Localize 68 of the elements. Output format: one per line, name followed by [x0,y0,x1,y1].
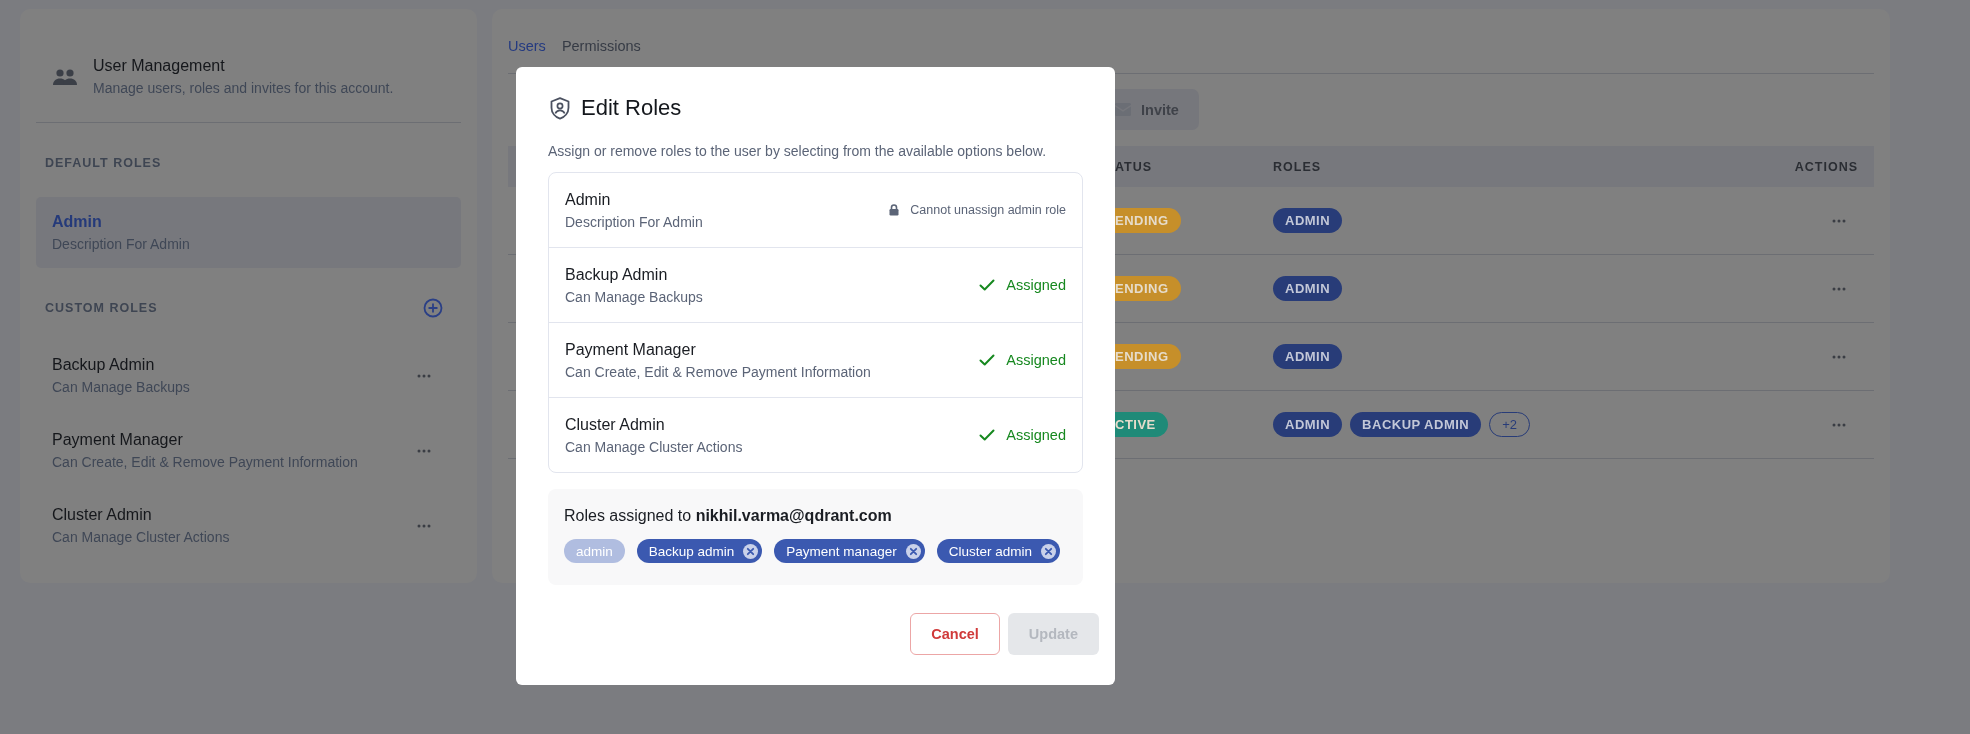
more-icon[interactable] [1832,218,1846,223]
tab[interactable]: Permissions [561,37,641,55]
role-description: Can Create, Edit & Remove Payment Information [565,363,871,380]
status-badge: ENDING [1115,276,1181,301]
role-description: Description For Admin [565,213,703,230]
column-header: ACTIONS [1794,159,1858,174]
role-badge: ADMIN [1273,208,1343,233]
remove-icon[interactable] [743,543,759,559]
role-name: Backup Admin [52,356,156,374]
more-icon[interactable] [417,523,431,528]
status-text: Assigned [1006,277,1066,293]
dialog-title: Edit Roles [581,95,682,121]
role-item[interactable]: Backup Admin Can Manage Backups [36,342,461,409]
cancel-button[interactable]: Cancel [910,613,1000,655]
role-name: Payment Manager [565,340,697,359]
column-header: ROLES [1273,159,1322,174]
status-badge: ENDING [1115,208,1181,233]
status-badge: CTIVE [1115,412,1168,437]
role-description: Can Manage Cluster Actions [565,438,743,455]
remove-icon[interactable] [1040,543,1056,559]
add-icon[interactable] [423,298,443,318]
role-chip[interactable]: Payment manager [774,539,925,563]
role-description: Can Manage Backups [52,379,190,395]
role-name: Cluster Admin [52,506,153,524]
mail-icon [1115,103,1131,116]
users-icon [53,67,77,86]
role-chip[interactable]: Cluster admin [936,539,1060,563]
role-name: Admin [565,190,612,209]
remove-icon[interactable] [905,543,921,559]
summary-text: Roles assigned to nikhil.varma@qdrant.com [564,507,893,525]
check-icon [979,279,996,291]
more-icon[interactable] [417,448,431,453]
panel-title: User Management [93,57,226,75]
role-description: Description For Admin [52,236,190,252]
role-badge: ADMIN [1273,344,1343,369]
dialog-description: Assign or remove roles to the user by selecting from the available options below. [548,143,1048,159]
more-icon[interactable] [1832,286,1846,291]
role-badge: BACKUP ADMIN [1350,412,1482,437]
column-header: ATUS [1115,159,1153,174]
more-icon[interactable] [1832,422,1846,427]
role-name: Backup Admin [565,265,669,284]
shield-user-icon [550,96,570,120]
role-badge: ADMIN [1273,412,1343,437]
role-item[interactable]: Admin Description For Admin [36,197,461,268]
check-icon [979,429,996,441]
lock-icon [889,204,900,216]
status-text: Cannot unassign admin role [910,203,1066,217]
role-item[interactable]: Cluster Admin Can Manage Cluster Actions [36,492,461,559]
role-name: Admin [52,213,103,231]
role-description: Can Create, Edit & Remove Payment Information [52,454,358,470]
status-text: Assigned [1006,352,1066,368]
section-heading: DEFAULT ROLES [45,156,162,170]
role-badge: ADMIN [1273,276,1343,301]
status-badge: ENDING [1115,344,1181,369]
role-item[interactable]: Payment Manager Can Create, Edit & Remove Payment Information [36,417,461,484]
tab[interactable]: Users [508,37,546,55]
panel-subtitle: Manage users, roles and invites for this account. [93,80,394,96]
section-heading: CUSTOM ROLES [45,301,158,315]
more-icon[interactable] [417,373,431,378]
check-icon [979,354,996,366]
role-description: Can Manage Backups [565,288,703,305]
more-icon[interactable] [1832,354,1846,359]
role-chip: admin [564,539,625,563]
role-description: Can Manage Cluster Actions [52,529,230,545]
role-chip[interactable]: Backup admin [636,539,763,563]
role-name: Payment Manager [52,431,184,449]
status-text: Assigned [1006,427,1066,443]
role-name: Cluster Admin [565,415,666,434]
